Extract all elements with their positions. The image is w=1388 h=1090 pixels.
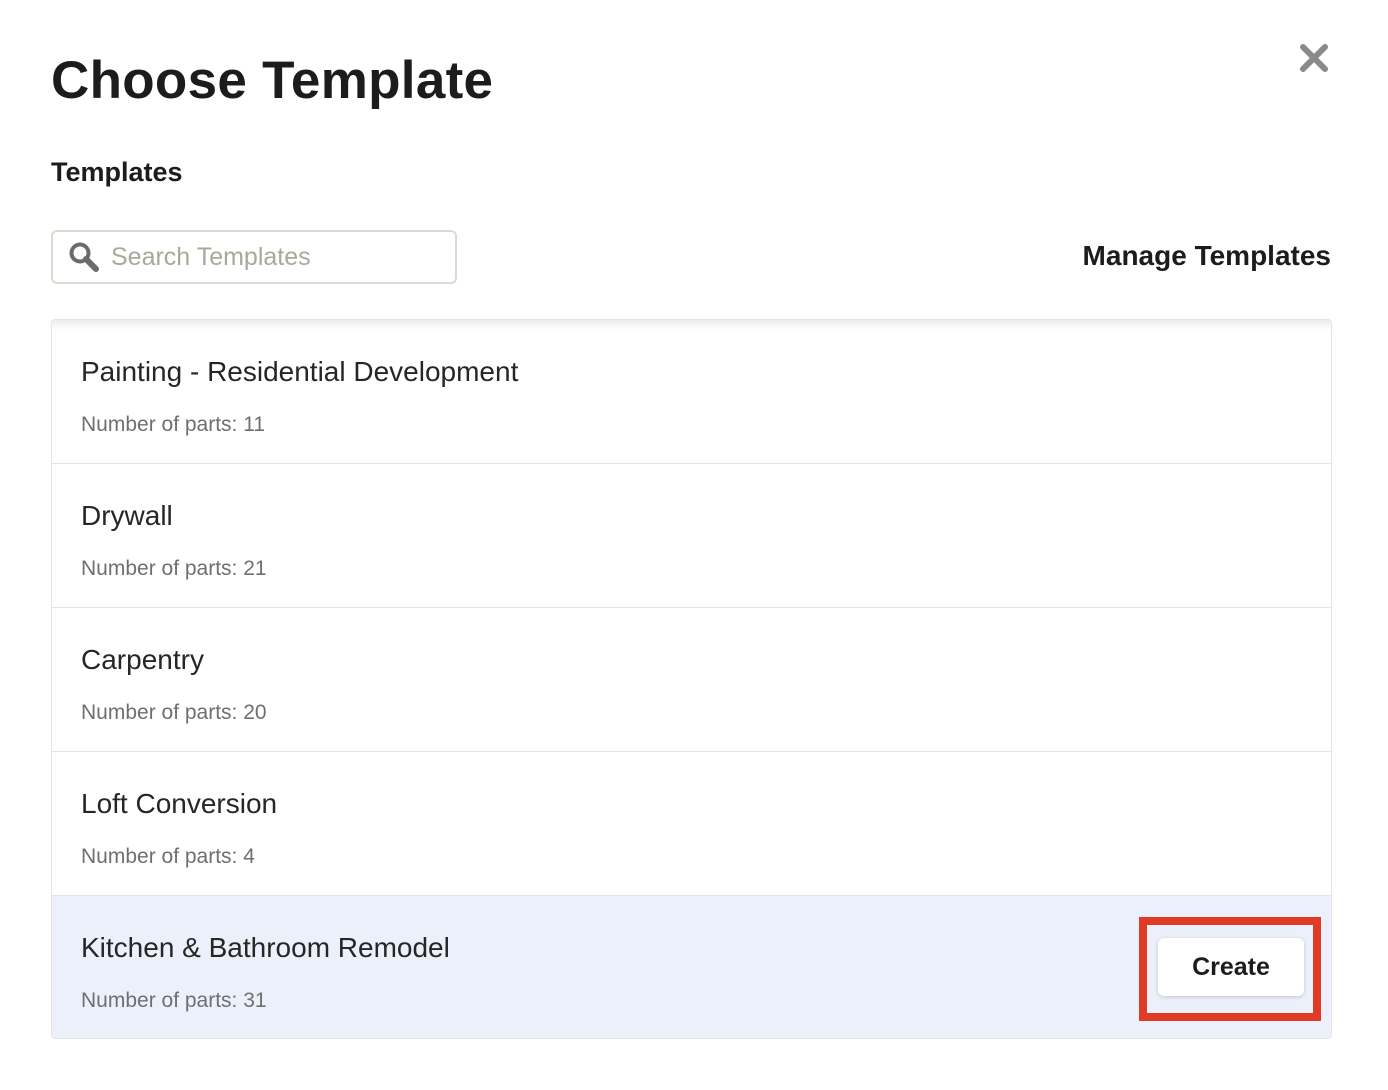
template-parts-count: Number of parts: 21 [81, 557, 267, 580]
template-parts-count: Number of parts: 20 [81, 701, 267, 724]
template-row-kitchen-bathroom[interactable]: Kitchen & Bathroom Remodel Number of par… [52, 896, 1331, 1038]
template-name: Drywall [81, 500, 173, 531]
template-row-drywall[interactable]: Drywall Number of parts: 21 [52, 464, 1331, 608]
search-box[interactable] [51, 230, 457, 284]
choose-template-dialog: Choose Template Templates Manage Templat… [0, 0, 1388, 1090]
create-button[interactable]: Create [1158, 938, 1304, 996]
template-name: Carpentry [81, 644, 204, 675]
close-button[interactable] [1294, 38, 1334, 78]
close-icon [1300, 44, 1328, 72]
search-icon [67, 240, 101, 274]
template-name: Painting - Residential Development [81, 356, 519, 387]
template-parts-count: Number of parts: 4 [81, 845, 255, 868]
template-list: Painting - Residential Development Numbe… [51, 319, 1332, 1039]
section-label: Templates [51, 157, 183, 187]
manage-templates-link[interactable]: Manage Templates [1083, 240, 1331, 272]
template-parts-count: Number of parts: 31 [81, 989, 267, 1012]
template-row-painting[interactable]: Painting - Residential Development Numbe… [52, 320, 1331, 464]
template-name: Loft Conversion [81, 788, 278, 819]
template-row-carpentry[interactable]: Carpentry Number of parts: 20 [52, 608, 1331, 752]
page-title: Choose Template [51, 51, 494, 110]
template-name: Kitchen & Bathroom Remodel [81, 932, 450, 963]
template-row-loft-conversion[interactable]: Loft Conversion Number of parts: 4 [52, 752, 1331, 896]
template-parts-count: Number of parts: 11 [81, 413, 266, 436]
search-input[interactable] [111, 242, 431, 272]
